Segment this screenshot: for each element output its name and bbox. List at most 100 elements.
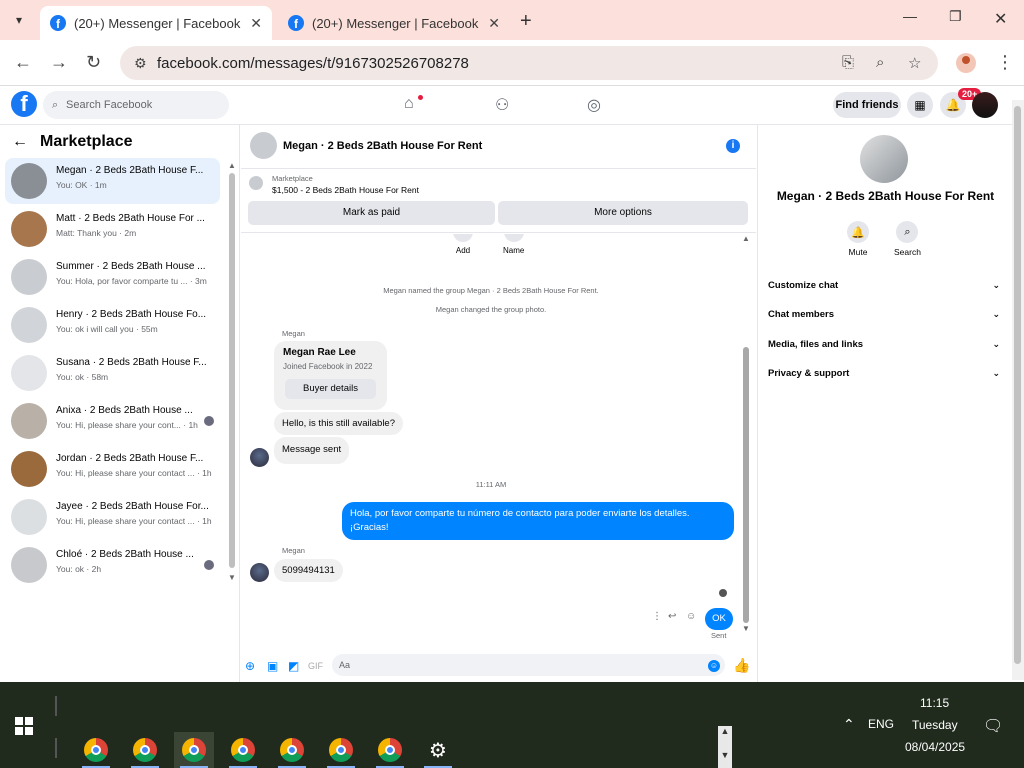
omnibox[interactable]: ⚙ facebook.com/messages/t/91673025267082… bbox=[120, 46, 938, 80]
listing-price[interactable]: $1,500 - 2 Beds 2Bath House For Rent bbox=[272, 185, 419, 195]
reload-icon[interactable]: ↻ bbox=[86, 52, 101, 73]
conversation-item[interactable]: Megan · 2 Beds 2Bath House F... You: OK ·… bbox=[5, 158, 220, 204]
search-action[interactable]: ⌕ Search bbox=[894, 221, 921, 257]
conversation-snippet: You: OK · 1m bbox=[56, 180, 107, 190]
conversation-item[interactable]: Summer · 2 Beds 2Bath House ... You: Hola… bbox=[5, 254, 220, 300]
media-files-links-row[interactable]: Media, files and links ⌄ bbox=[768, 339, 1000, 350]
tray-chevron-up-icon[interactable]: ⌃ bbox=[843, 716, 855, 733]
close-icon[interactable]: ✕ bbox=[488, 15, 500, 32]
sent-status: Sent bbox=[711, 631, 727, 640]
more-options-button[interactable]: More options bbox=[498, 201, 748, 225]
clock-time[interactable]: 11:15 bbox=[920, 696, 949, 710]
zoom-icon[interactable]: ⌕ bbox=[876, 54, 884, 71]
add-action[interactable]: Add bbox=[453, 234, 473, 255]
conversation-item[interactable]: Susana · 2 Beds 2Bath House F... You: ok … bbox=[5, 350, 220, 396]
conversation-item[interactable]: Jordan · 2 Beds 2Bath House F... You: Hi,… bbox=[5, 446, 220, 492]
conversation-item[interactable]: Jayee · 2 Beds 2Bath House For... You: Hi… bbox=[5, 494, 220, 540]
windows-start-icon[interactable] bbox=[15, 717, 33, 735]
forward-arrow-icon[interactable]: → bbox=[50, 52, 68, 73]
back-arrow-icon[interactable]: ← bbox=[14, 52, 32, 73]
gif-icon[interactable]: GIF bbox=[308, 661, 323, 671]
search-input[interactable]: ⌕ Search Facebook bbox=[43, 91, 229, 119]
sender-avatar[interactable] bbox=[250, 563, 269, 582]
taskbar-chrome-3[interactable] bbox=[174, 732, 214, 768]
new-tab-plus-icon[interactable]: + bbox=[520, 10, 532, 33]
close-icon[interactable]: ✕ bbox=[250, 15, 262, 32]
info-icon[interactable]: i bbox=[726, 139, 740, 153]
message-bubble[interactable]: Hello, is this still available? bbox=[274, 412, 403, 435]
language-indicator[interactable]: ENG bbox=[868, 717, 894, 731]
conversation-item[interactable]: Chloé · 2 Beds 2Bath House ... You: ok · … bbox=[5, 542, 220, 588]
name-action[interactable]: Name bbox=[503, 234, 524, 255]
window-close-icon[interactable]: ✕ bbox=[994, 9, 1007, 29]
find-friends-button[interactable]: Find friends bbox=[833, 92, 901, 118]
chrome-icon bbox=[329, 738, 353, 762]
page-scrollbar[interactable] bbox=[1012, 100, 1024, 680]
conversation-item[interactable]: Anixa · 2 Beds 2Bath House ... You: Hi, p… bbox=[5, 398, 220, 444]
taskbar-chrome-5[interactable] bbox=[272, 732, 312, 768]
conversation-list-scrollbar[interactable]: ▲ ▼ bbox=[228, 161, 236, 582]
chat-header: Megan · 2 Beds 2Bath House For Rent i bbox=[241, 125, 756, 169]
install-app-icon[interactable]: ⎘ bbox=[842, 54, 854, 71]
taskbar-chrome-6[interactable] bbox=[321, 732, 361, 768]
react-emoji-icon[interactable]: ☺ bbox=[686, 611, 696, 622]
conversation-snippet: You: Hi, please share your cont... · 1h bbox=[56, 420, 198, 430]
privacy-support-row[interactable]: Privacy & support ⌄ bbox=[768, 368, 1000, 379]
mark-as-paid-button[interactable]: Mark as paid bbox=[248, 201, 495, 225]
message-input[interactable]: Aa bbox=[332, 654, 725, 676]
groups-icon[interactable]: ◎ bbox=[587, 95, 601, 115]
conversation-item[interactable]: Henry · 2 Beds 2Bath House Fo... You: ok … bbox=[5, 302, 220, 348]
tab-search-chevron-icon[interactable]: ▾ bbox=[6, 8, 32, 32]
chat-large-avatar[interactable] bbox=[860, 135, 908, 183]
reply-icon[interactable]: ↩ bbox=[668, 611, 676, 622]
search-icon: ⌕ bbox=[52, 99, 59, 111]
customize-chat-row[interactable]: Customize chat ⌄ bbox=[768, 280, 1000, 291]
home-icon[interactable]: ⌂ bbox=[404, 95, 414, 113]
restore-icon[interactable]: ❐ bbox=[949, 8, 962, 25]
browser-tab-1[interactable]: f (20+) Messenger | Facebook ✕ bbox=[40, 6, 272, 40]
taskbar-scroll[interactable]: ▲ ▼ bbox=[718, 726, 732, 768]
facebook-logo-icon[interactable]: f bbox=[11, 91, 37, 117]
profile-avatar-icon[interactable] bbox=[956, 53, 976, 73]
marketplace-label: Marketplace bbox=[272, 174, 313, 183]
menu-grid-icon[interactable]: ▦ bbox=[907, 92, 933, 118]
taskbar-chrome-1[interactable] bbox=[76, 732, 116, 768]
sender-name: Megan bbox=[282, 546, 305, 555]
photo-icon[interactable]: ▣ bbox=[267, 659, 278, 673]
back-arrow-icon[interactable]: ← bbox=[12, 133, 28, 151]
conversation-item[interactable]: Matt · 2 Beds 2Bath House For ... Matt: T… bbox=[5, 206, 220, 252]
chat-avatar[interactable] bbox=[250, 132, 277, 159]
plus-circle-icon[interactable]: ⊕ bbox=[245, 659, 255, 673]
sticker-icon[interactable]: ◩ bbox=[288, 659, 299, 673]
conversation-snippet: Matt: Thank you · 2m bbox=[56, 228, 137, 238]
browser-tab-2[interactable]: f (20+) Messenger | Facebook ✕ bbox=[278, 6, 510, 40]
sender-avatar[interactable] bbox=[250, 448, 269, 467]
mute-action[interactable]: 🔔 Mute bbox=[847, 221, 869, 257]
taskbar-chrome-7[interactable] bbox=[370, 732, 410, 768]
thumbs-up-icon[interactable]: 👍 bbox=[733, 657, 750, 674]
taskbar-chrome-4[interactable] bbox=[223, 732, 263, 768]
conversation-name: Summer · 2 Beds 2Bath House ... bbox=[56, 261, 206, 272]
clock-day[interactable]: Tuesday bbox=[912, 718, 958, 732]
chat-members-row[interactable]: Chat members ⌄ bbox=[768, 309, 1000, 320]
bookmark-star-icon[interactable]: ☆ bbox=[908, 54, 921, 72]
minimize-icon[interactable]: — bbox=[903, 8, 917, 24]
site-info-icon[interactable]: ⚙ bbox=[134, 55, 147, 72]
chat-title[interactable]: Megan · 2 Beds 2Bath House For Rent bbox=[283, 140, 482, 152]
my-message-bubble[interactable]: OK bbox=[705, 608, 733, 630]
friends-icon[interactable]: ⚇ bbox=[495, 95, 509, 115]
more-icon[interactable]: ⋮ bbox=[652, 611, 662, 622]
message-bubble[interactable]: 5099494131 bbox=[274, 559, 343, 582]
notification-center-icon[interactable]: 🗨 bbox=[983, 716, 1003, 736]
taskbar-settings[interactable]: ⚙ bbox=[418, 732, 458, 768]
emoji-icon[interactable]: ☺ bbox=[708, 660, 720, 672]
chat-scrollbar[interactable]: ▲ ▼ bbox=[741, 234, 751, 635]
account-avatar[interactable] bbox=[972, 92, 998, 118]
my-message-bubble[interactable]: Hola, por favor comparte tu número de co… bbox=[342, 502, 734, 540]
url-text[interactable]: facebook.com/messages/t/9167302526708278 bbox=[157, 55, 469, 72]
taskbar-chrome-2[interactable] bbox=[125, 732, 165, 768]
message-bubble[interactable]: Message sent bbox=[274, 437, 350, 464]
buyer-details-button[interactable]: Buyer details bbox=[285, 379, 376, 399]
browser-menu-icon[interactable]: ⋮ bbox=[996, 52, 1014, 73]
clock-date[interactable]: 08/04/2025 bbox=[905, 740, 965, 754]
